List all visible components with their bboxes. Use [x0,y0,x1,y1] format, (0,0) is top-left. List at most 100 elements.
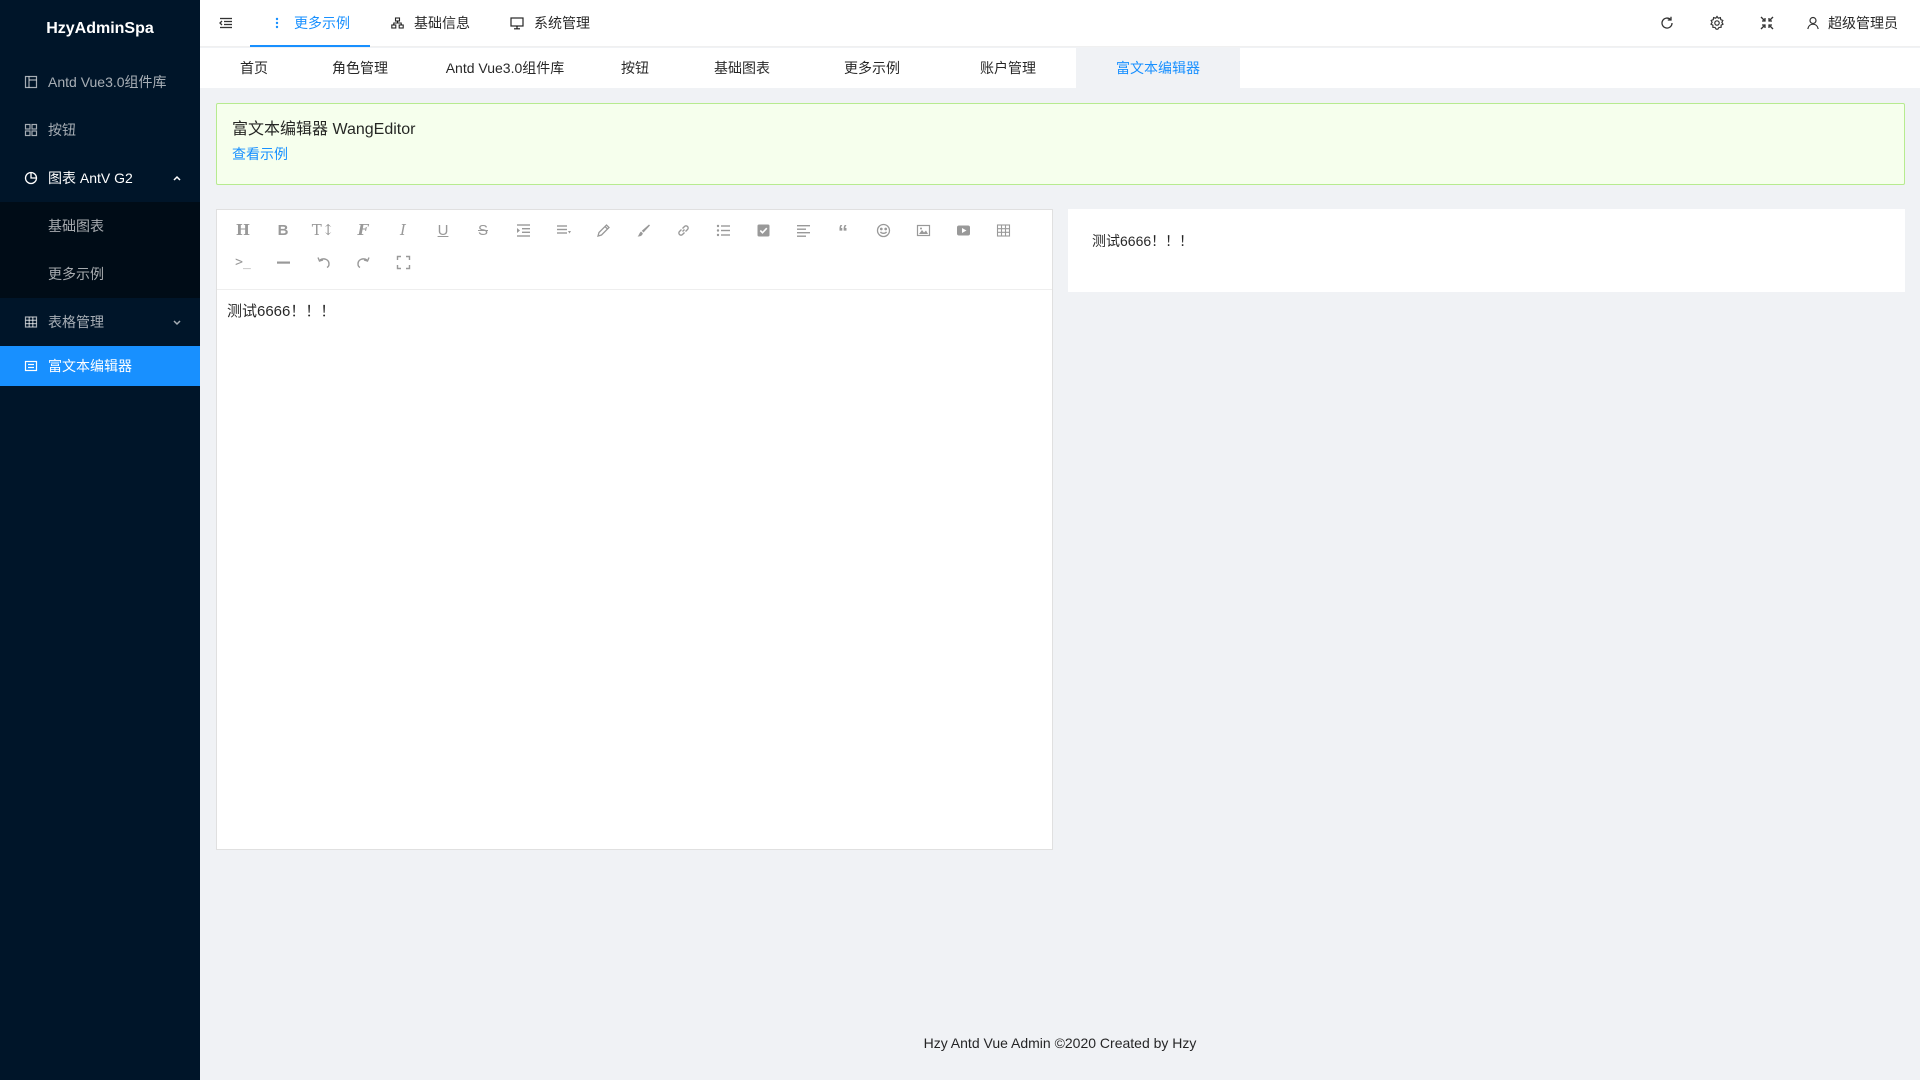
sidebar-item-table-management[interactable]: 表格管理 [0,298,200,346]
fullscreen-toggle-button[interactable] [383,246,423,278]
sidebar-item-basic-charts[interactable]: 基础图表 [0,202,200,250]
font-family-icon: F [357,221,369,239]
tab-antd-components[interactable]: Antd Vue3.0组件库 [420,48,590,88]
link-icon [677,224,689,236]
table-button[interactable] [983,214,1023,246]
tab-role-management[interactable]: 角色管理 [300,48,420,88]
reload-icon [1661,16,1673,29]
chevron-up-icon [173,175,181,181]
list-icon [716,224,730,236]
reload-button[interactable] [1642,0,1692,47]
italic-button[interactable]: I [383,214,423,246]
user-icon [1807,16,1819,30]
pencil-icon [596,223,610,237]
sidebar-item-rich-text-editor[interactable]: 富文本编辑器 [0,346,200,386]
brush-icon [637,224,650,237]
desktop-icon [510,16,524,30]
gear-icon [1710,15,1724,30]
tab-basic-charts[interactable]: 基础图表 [680,48,804,88]
pie-chart-icon [24,171,38,185]
splitline-button[interactable] [263,246,303,278]
chevron-down-icon [173,320,181,326]
settings-button[interactable] [1692,0,1742,47]
font-size-icon: T↕ [311,221,335,239]
justify-button[interactable] [783,214,823,246]
tab-account-management[interactable]: 账户管理 [940,48,1076,88]
appstore-icon [24,123,38,137]
heading-button[interactable]: H [223,214,263,246]
line-height-icon [556,224,571,234]
indent-button[interactable] [503,214,543,246]
sidebar-item-more-examples[interactable]: 更多示例 [0,250,200,298]
menu-fold-icon[interactable] [218,15,234,31]
tab-buttons[interactable]: 按钮 [590,48,680,88]
todo-button[interactable] [743,214,783,246]
indent-icon [516,223,530,237]
editor-toolbar: H B T↕ F I U S “ >_ [217,210,1052,290]
table-icon [24,315,38,329]
quote-button[interactable]: “ [823,214,863,246]
bold-button[interactable]: B [263,214,303,246]
cluster-icon [390,16,404,30]
sidebar-item-label: 图表 AntV G2 [48,170,133,186]
tab-home[interactable]: 首页 [208,48,300,88]
code-button[interactable]: >_ [223,246,263,278]
tab-more-examples[interactable]: 更多示例 [804,48,940,88]
redo-icon [356,256,370,268]
sidebar-item-buttons[interactable]: 按钮 [0,106,200,154]
sidebar-item-antd-components[interactable]: Antd Vue3.0组件库 [0,58,200,106]
view-example-link[interactable]: 查看示例 [232,144,288,164]
bold-icon: B [277,221,289,239]
top-nav-system-management[interactable]: 系统管理 [490,0,610,47]
divider-icon [276,261,290,264]
user-name: 超级管理员 [1828,15,1898,31]
underline-icon: U [437,221,449,239]
sidebar-item-charts[interactable]: 图表 AntV G2 [0,154,200,202]
preview-content: 测试6666！！！ [1092,233,1194,249]
italic-icon: I [400,221,406,239]
top-nav-menu: 更多示例 基础信息 系统管理 [250,0,610,47]
underline-button[interactable]: U [423,214,463,246]
font-size-button[interactable]: T↕ [303,214,343,246]
top-nav-basic-info[interactable]: 基础信息 [370,0,490,47]
editor-content[interactable]: 测试6666！！！ [217,290,1052,334]
top-nav-label: 基础信息 [414,15,470,31]
link-button[interactable] [663,214,703,246]
strikethrough-button[interactable]: S [463,214,503,246]
strikethrough-icon: S [477,221,488,239]
redo-button[interactable] [343,246,383,278]
alert-title: 富文本编辑器 WangEditor [232,121,416,138]
image-button[interactable] [903,214,943,246]
header-actions: 超级管理员 [1642,0,1920,47]
info-alert: 富文本编辑器 WangEditor 查看示例 [216,103,1905,185]
video-icon [956,225,970,235]
sidebar-item-label: 更多示例 [48,266,104,282]
expand-icon [396,255,410,269]
footer: Hzy Antd Vue Admin ©2020 Created by Hzy [923,1035,1197,1051]
font-family-button[interactable]: F [343,214,383,246]
line-height-button[interactable] [543,214,583,246]
fullscreen-button[interactable] [1742,0,1792,47]
tab-rich-text-editor[interactable]: 富文本编辑器 [1076,48,1240,88]
image-icon [916,224,930,236]
table-grid-icon [996,223,1010,237]
undo-button[interactable] [303,246,343,278]
app-logo[interactable]: HzyAdminSpa [0,0,200,58]
sidebar-item-label: 富文本编辑器 [48,358,132,374]
rich-text-editor: H B T↕ F I U S “ >_ 测试6666！！！ [216,209,1053,850]
fore-color-button[interactable] [583,214,623,246]
layout-icon [24,75,38,89]
smile-icon [876,223,890,237]
more-icon [270,16,284,30]
list-button[interactable] [703,214,743,246]
sidebar-item-label: Antd Vue3.0组件库 [48,74,167,90]
terminal-icon: >_ [235,254,251,270]
top-nav-label: 更多示例 [294,15,350,31]
top-nav-more-examples[interactable]: 更多示例 [250,0,370,47]
video-button[interactable] [943,214,983,246]
back-color-button[interactable] [623,214,663,246]
user-menu[interactable]: 超级管理员 [1792,13,1904,33]
emoticon-button[interactable] [863,214,903,246]
sidebar: HzyAdminSpa Antd Vue3.0组件库 按钮 图表 AntV G2… [0,0,200,1080]
top-nav-label: 系统管理 [534,15,590,31]
